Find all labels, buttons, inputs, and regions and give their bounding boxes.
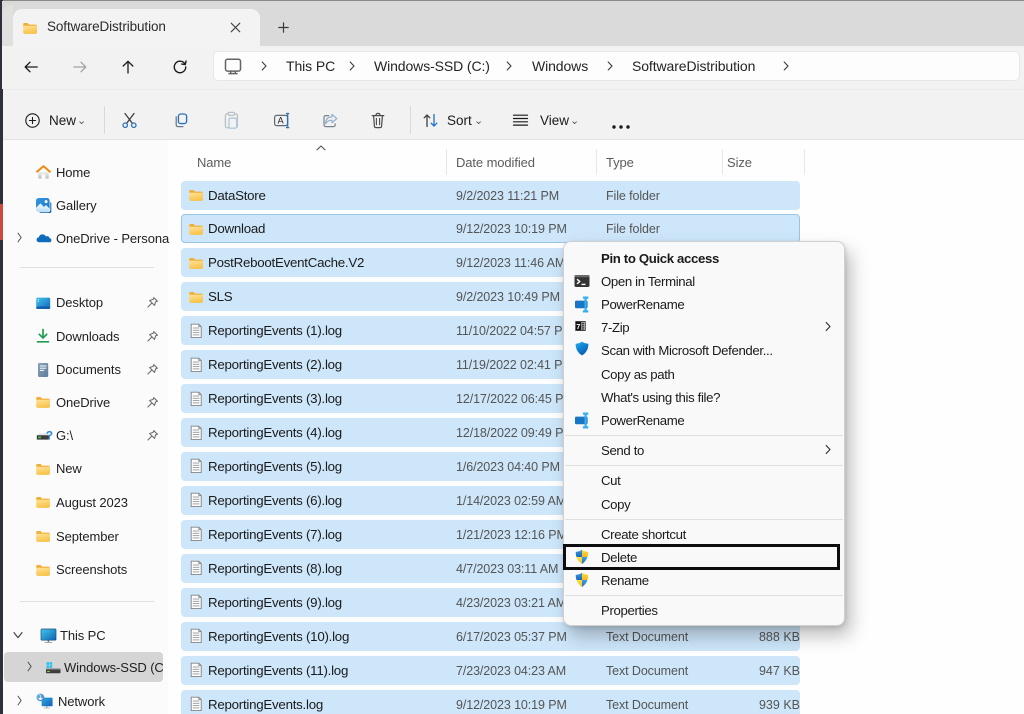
svg-text:?: ? — [46, 428, 53, 442]
svg-text:7: 7 — [576, 322, 580, 331]
svg-text:A: A — [278, 116, 284, 126]
